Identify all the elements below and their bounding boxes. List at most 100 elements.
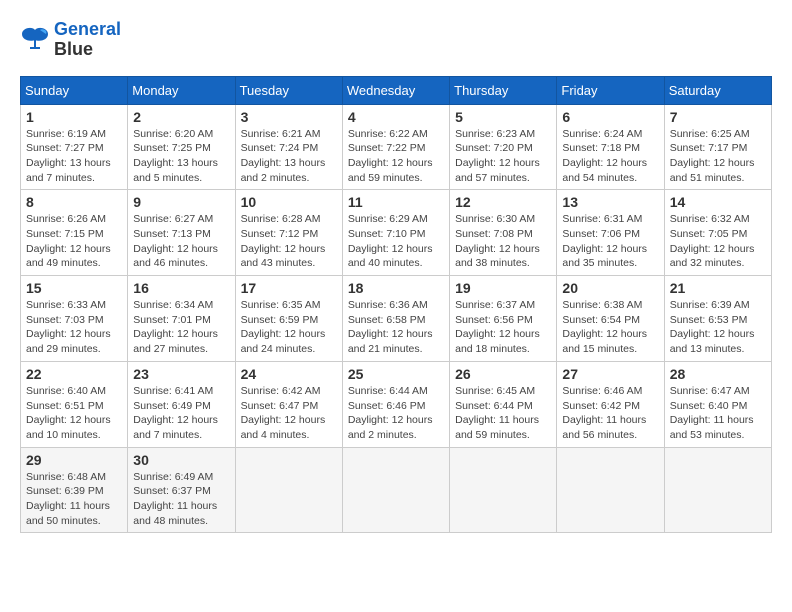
day-number: 25 — [348, 366, 444, 382]
calendar-cell: 15 Sunrise: 6:33 AMSunset: 7:03 PMDayligh… — [21, 276, 128, 362]
day-number: 4 — [348, 109, 444, 125]
day-number: 19 — [455, 280, 551, 296]
day-info: Sunrise: 6:30 AMSunset: 7:08 PMDaylight:… — [455, 212, 551, 271]
header-thursday: Thursday — [450, 76, 557, 104]
calendar-cell: 10 Sunrise: 6:28 AMSunset: 7:12 PMDayligh… — [235, 190, 342, 276]
calendar-cell: 6 Sunrise: 6:24 AMSunset: 7:18 PMDaylight… — [557, 104, 664, 190]
day-info: Sunrise: 6:45 AMSunset: 6:44 PMDaylight:… — [455, 384, 551, 443]
day-info: Sunrise: 6:26 AMSunset: 7:15 PMDaylight:… — [26, 212, 122, 271]
day-info: Sunrise: 6:40 AMSunset: 6:51 PMDaylight:… — [26, 384, 122, 443]
calendar-cell — [342, 447, 449, 533]
day-number: 20 — [562, 280, 658, 296]
day-number: 22 — [26, 366, 122, 382]
day-number: 3 — [241, 109, 337, 125]
day-number: 12 — [455, 194, 551, 210]
day-number: 29 — [26, 452, 122, 468]
calendar-cell: 30 Sunrise: 6:49 AMSunset: 6:37 PMDayligh… — [128, 447, 235, 533]
calendar-cell: 7 Sunrise: 6:25 AMSunset: 7:17 PMDaylight… — [664, 104, 771, 190]
logo-icon — [20, 26, 50, 54]
calendar-cell: 28 Sunrise: 6:47 AMSunset: 6:40 PMDayligh… — [664, 361, 771, 447]
day-number: 17 — [241, 280, 337, 296]
day-info: Sunrise: 6:33 AMSunset: 7:03 PMDaylight:… — [26, 298, 122, 357]
day-number: 13 — [562, 194, 658, 210]
day-info: Sunrise: 6:24 AMSunset: 7:18 PMDaylight:… — [562, 127, 658, 186]
calendar-header-row: SundayMondayTuesdayWednesdayThursdayFrid… — [21, 76, 772, 104]
calendar-cell: 19 Sunrise: 6:37 AMSunset: 6:56 PMDayligh… — [450, 276, 557, 362]
calendar-cell: 2 Sunrise: 6:20 AMSunset: 7:25 PMDaylight… — [128, 104, 235, 190]
logo: General Blue — [20, 20, 121, 60]
calendar-cell: 3 Sunrise: 6:21 AMSunset: 7:24 PMDaylight… — [235, 104, 342, 190]
header-tuesday: Tuesday — [235, 76, 342, 104]
calendar-week-3: 15 Sunrise: 6:33 AMSunset: 7:03 PMDayligh… — [21, 276, 772, 362]
calendar-cell — [664, 447, 771, 533]
day-info: Sunrise: 6:38 AMSunset: 6:54 PMDaylight:… — [562, 298, 658, 357]
day-info: Sunrise: 6:47 AMSunset: 6:40 PMDaylight:… — [670, 384, 766, 443]
day-info: Sunrise: 6:44 AMSunset: 6:46 PMDaylight:… — [348, 384, 444, 443]
day-number: 24 — [241, 366, 337, 382]
day-number: 18 — [348, 280, 444, 296]
header-sunday: Sunday — [21, 76, 128, 104]
day-number: 2 — [133, 109, 229, 125]
day-number: 30 — [133, 452, 229, 468]
day-info: Sunrise: 6:25 AMSunset: 7:17 PMDaylight:… — [670, 127, 766, 186]
calendar-cell — [235, 447, 342, 533]
day-info: Sunrise: 6:28 AMSunset: 7:12 PMDaylight:… — [241, 212, 337, 271]
calendar-cell: 24 Sunrise: 6:42 AMSunset: 6:47 PMDayligh… — [235, 361, 342, 447]
day-info: Sunrise: 6:39 AMSunset: 6:53 PMDaylight:… — [670, 298, 766, 357]
day-info: Sunrise: 6:21 AMSunset: 7:24 PMDaylight:… — [241, 127, 337, 186]
calendar-cell: 25 Sunrise: 6:44 AMSunset: 6:46 PMDayligh… — [342, 361, 449, 447]
day-info: Sunrise: 6:29 AMSunset: 7:10 PMDaylight:… — [348, 212, 444, 271]
day-info: Sunrise: 6:22 AMSunset: 7:22 PMDaylight:… — [348, 127, 444, 186]
day-info: Sunrise: 6:41 AMSunset: 6:49 PMDaylight:… — [133, 384, 229, 443]
calendar-cell: 8Sunrise: 6:26 AMSunset: 7:15 PMDaylight… — [21, 190, 128, 276]
calendar-cell: 13 Sunrise: 6:31 AMSunset: 7:06 PMDayligh… — [557, 190, 664, 276]
header-monday: Monday — [128, 76, 235, 104]
logo-text: General Blue — [54, 20, 121, 60]
day-number: 14 — [670, 194, 766, 210]
calendar-cell: 5 Sunrise: 6:23 AMSunset: 7:20 PMDaylight… — [450, 104, 557, 190]
day-info: Sunrise: 6:49 AMSunset: 6:37 PMDaylight:… — [133, 470, 229, 529]
day-number: 10 — [241, 194, 337, 210]
calendar-cell: 12 Sunrise: 6:30 AMSunset: 7:08 PMDayligh… — [450, 190, 557, 276]
calendar-cell: 23 Sunrise: 6:41 AMSunset: 6:49 PMDayligh… — [128, 361, 235, 447]
day-info: Sunrise: 6:31 AMSunset: 7:06 PMDaylight:… — [562, 212, 658, 271]
day-info: Sunrise: 6:34 AMSunset: 7:01 PMDaylight:… — [133, 298, 229, 357]
calendar-cell — [450, 447, 557, 533]
calendar: SundayMondayTuesdayWednesdayThursdayFrid… — [20, 76, 772, 534]
day-number: 16 — [133, 280, 229, 296]
header-wednesday: Wednesday — [342, 76, 449, 104]
day-number: 23 — [133, 366, 229, 382]
day-number: 6 — [562, 109, 658, 125]
day-number: 1 — [26, 109, 122, 125]
day-info: Sunrise: 6:23 AMSunset: 7:20 PMDaylight:… — [455, 127, 551, 186]
calendar-cell: 4 Sunrise: 6:22 AMSunset: 7:22 PMDaylight… — [342, 104, 449, 190]
day-number: 28 — [670, 366, 766, 382]
calendar-cell: 1Sunrise: 6:19 AMSunset: 7:27 PMDaylight… — [21, 104, 128, 190]
calendar-cell: 9Sunrise: 6:27 AMSunset: 7:13 PMDaylight… — [128, 190, 235, 276]
day-info: Sunrise: 6:20 AMSunset: 7:25 PMDaylight:… — [133, 127, 229, 186]
calendar-cell: 22 Sunrise: 6:40 AMSunset: 6:51 PMDayligh… — [21, 361, 128, 447]
calendar-week-4: 22 Sunrise: 6:40 AMSunset: 6:51 PMDayligh… — [21, 361, 772, 447]
day-info: Sunrise: 6:48 AMSunset: 6:39 PMDaylight:… — [26, 470, 122, 529]
calendar-cell: 17 Sunrise: 6:35 AMSunset: 6:59 PMDayligh… — [235, 276, 342, 362]
calendar-cell: 18 Sunrise: 6:36 AMSunset: 6:58 PMDayligh… — [342, 276, 449, 362]
calendar-cell: 21Sunrise: 6:39 AMSunset: 6:53 PMDayligh… — [664, 276, 771, 362]
calendar-cell: 20 Sunrise: 6:38 AMSunset: 6:54 PMDayligh… — [557, 276, 664, 362]
calendar-cell: 11Sunrise: 6:29 AMSunset: 7:10 PMDayligh… — [342, 190, 449, 276]
calendar-cell: 26Sunrise: 6:45 AMSunset: 6:44 PMDayligh… — [450, 361, 557, 447]
day-info: Sunrise: 6:42 AMSunset: 6:47 PMDaylight:… — [241, 384, 337, 443]
day-info: Sunrise: 6:37 AMSunset: 6:56 PMDaylight:… — [455, 298, 551, 357]
day-number: 7 — [670, 109, 766, 125]
day-number: 15 — [26, 280, 122, 296]
calendar-week-5: 29 Sunrise: 6:48 AMSunset: 6:39 PMDayligh… — [21, 447, 772, 533]
day-info: Sunrise: 6:35 AMSunset: 6:59 PMDaylight:… — [241, 298, 337, 357]
calendar-week-2: 8Sunrise: 6:26 AMSunset: 7:15 PMDaylight… — [21, 190, 772, 276]
header-friday: Friday — [557, 76, 664, 104]
calendar-cell: 29 Sunrise: 6:48 AMSunset: 6:39 PMDayligh… — [21, 447, 128, 533]
day-number: 5 — [455, 109, 551, 125]
page-header: General Blue — [20, 20, 772, 60]
day-info: Sunrise: 6:27 AMSunset: 7:13 PMDaylight:… — [133, 212, 229, 271]
header-saturday: Saturday — [664, 76, 771, 104]
day-info: Sunrise: 6:36 AMSunset: 6:58 PMDaylight:… — [348, 298, 444, 357]
calendar-cell: 27Sunrise: 6:46 AMSunset: 6:42 PMDayligh… — [557, 361, 664, 447]
